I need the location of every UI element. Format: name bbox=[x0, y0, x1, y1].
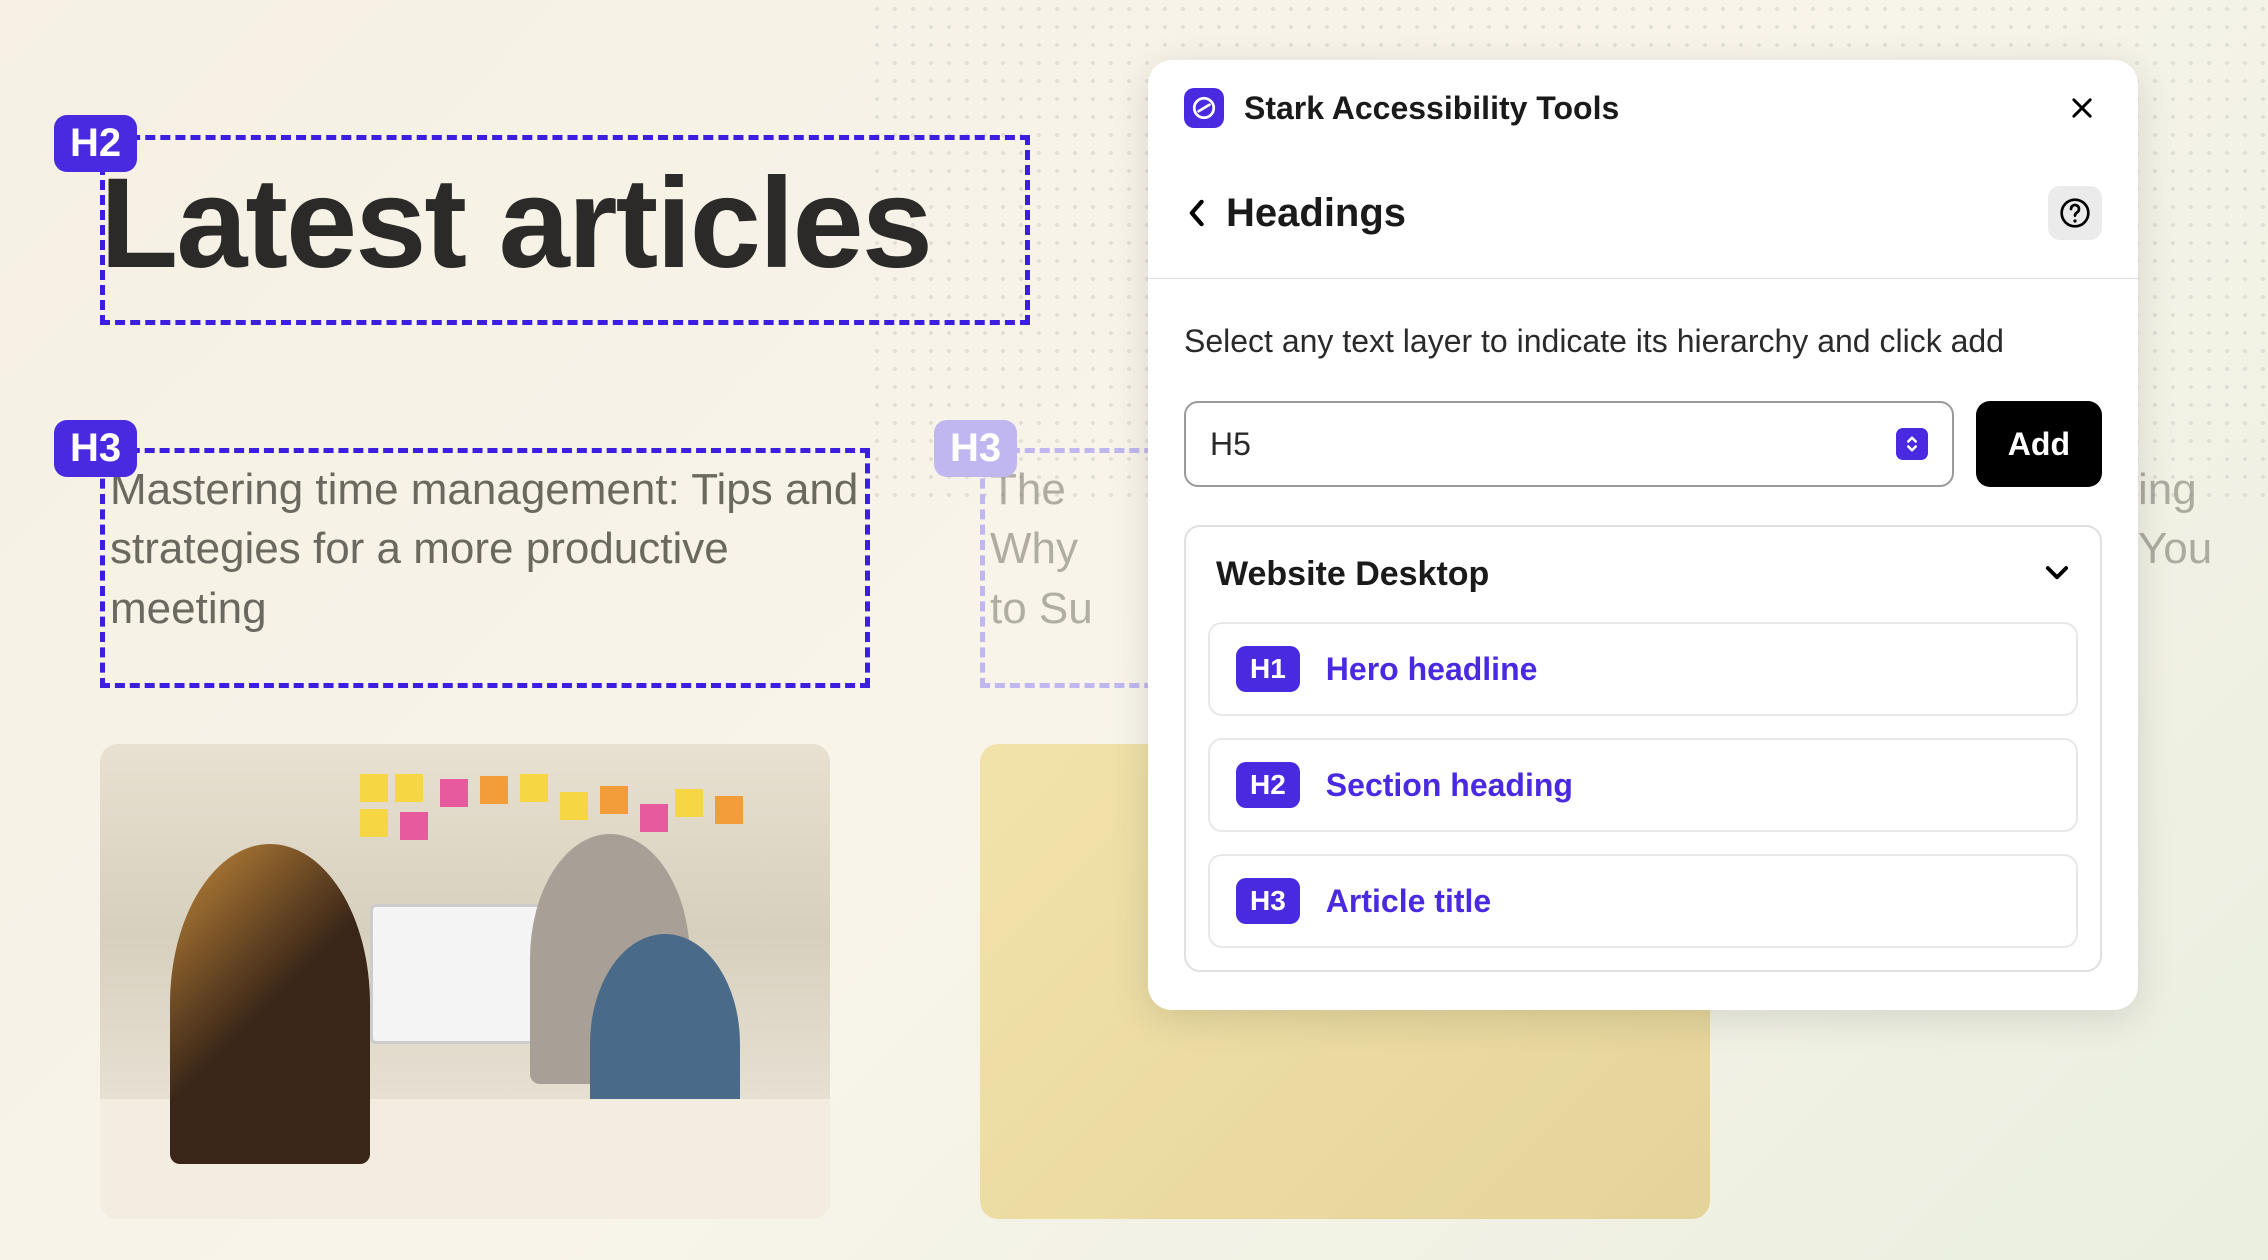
hierarchy-level-select[interactable]: H5 bbox=[1184, 401, 1954, 487]
h2-badge: H2 bbox=[54, 115, 137, 172]
panel-title: Stark Accessibility Tools bbox=[1244, 90, 2042, 127]
hierarchy-item-badge: H2 bbox=[1236, 762, 1300, 808]
subheader-title: Headings bbox=[1226, 191, 2030, 236]
article-title-2-left: The Why to Su bbox=[990, 460, 1130, 638]
h3-badge-2: H3 bbox=[934, 420, 1017, 477]
panel-subheader: Headings bbox=[1148, 156, 2138, 279]
hierarchy-list: H1 Hero headline H2 Section heading H3 A… bbox=[1186, 622, 2100, 970]
instruction-text: Select any text layer to indicate its hi… bbox=[1184, 317, 2102, 365]
add-button[interactable]: Add bbox=[1976, 401, 2102, 487]
hierarchy-section-header[interactable]: Website Desktop bbox=[1186, 527, 2100, 622]
select-stepper-icon bbox=[1896, 428, 1928, 460]
article-title-1: Mastering time management: Tips and stra… bbox=[110, 460, 870, 638]
chevron-left-icon bbox=[1187, 199, 1205, 227]
hierarchy-item[interactable]: H1 Hero headline bbox=[1208, 622, 2078, 716]
accessibility-panel: Stark Accessibility Tools Headings Selec… bbox=[1148, 60, 2138, 1010]
hierarchy-section-title: Website Desktop bbox=[1216, 555, 2044, 594]
stark-logo-icon bbox=[1184, 88, 1224, 128]
close-button[interactable] bbox=[2062, 88, 2102, 128]
hierarchy-item-badge: H3 bbox=[1236, 878, 1300, 924]
select-value: H5 bbox=[1210, 426, 1896, 463]
close-icon bbox=[2068, 94, 2096, 122]
section-heading-text: Latest articles bbox=[100, 150, 931, 297]
panel-body: Select any text layer to indicate its hi… bbox=[1148, 279, 2138, 1010]
hierarchy-item-badge: H1 bbox=[1236, 646, 1300, 692]
help-button[interactable] bbox=[2048, 186, 2102, 240]
panel-header: Stark Accessibility Tools bbox=[1148, 60, 2138, 156]
hierarchy-section: Website Desktop H1 Hero headline H2 Sect… bbox=[1184, 525, 2102, 972]
hierarchy-item-label: Article title bbox=[1326, 883, 1491, 920]
hierarchy-item[interactable]: H3 Article title bbox=[1208, 854, 2078, 948]
hierarchy-item[interactable]: H2 Section heading bbox=[1208, 738, 2078, 832]
hierarchy-item-label: Section heading bbox=[1326, 767, 1573, 804]
chevron-down-icon bbox=[2044, 564, 2070, 585]
h3-badge: H3 bbox=[54, 420, 137, 477]
hierarchy-item-label: Hero headline bbox=[1326, 651, 1538, 688]
hierarchy-select-row: H5 Add bbox=[1184, 401, 2102, 487]
article-image-1 bbox=[100, 744, 830, 1219]
help-icon bbox=[2059, 197, 2091, 229]
back-button[interactable] bbox=[1184, 197, 1208, 229]
article-title-2-right: ing You bbox=[2138, 460, 2258, 579]
